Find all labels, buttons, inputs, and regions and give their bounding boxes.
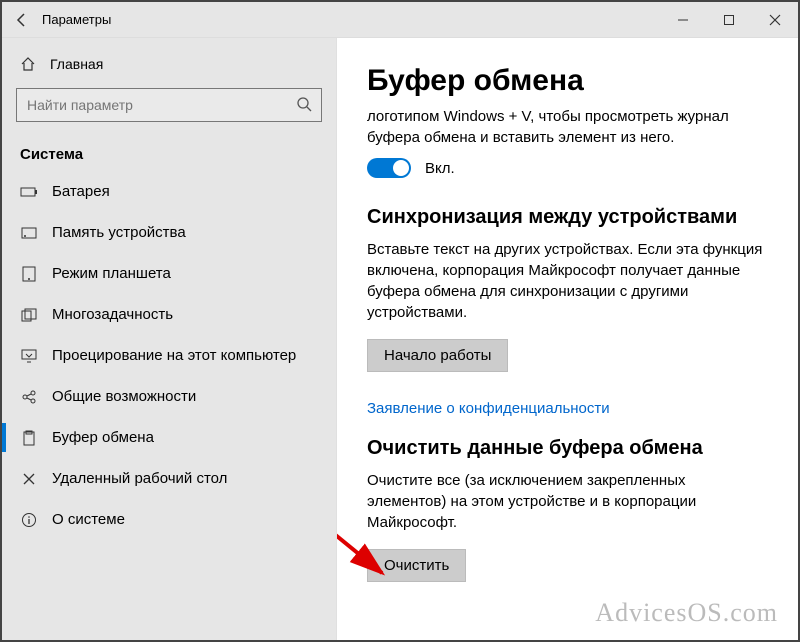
sidebar-group-label: Система [2,140,336,171]
sidebar-item-label: Буфер обмена [52,429,154,446]
toggle-label: Вкл. [425,160,455,177]
sync-title: Синхронизация между устройствами [367,206,768,229]
sidebar-item-label: Батарея [52,183,110,200]
sidebar-item-shared[interactable]: Общие возможности [2,376,336,417]
shared-icon [20,389,38,405]
sidebar-item-label: Общие возможности [52,388,196,405]
clear-title: Очистить данные буфера обмена [367,437,768,460]
sidebar-item-remote[interactable]: Удаленный рабочий стол [2,458,336,499]
clipboard-icon [20,430,38,446]
sidebar-item-storage[interactable]: Память устройства [2,212,336,253]
home-icon [20,56,36,72]
sync-start-button[interactable]: Начало работы [367,339,508,372]
sidebar-item-label: О системе [52,511,125,528]
battery-icon [20,186,38,198]
search-input[interactable] [16,88,322,122]
info-icon [20,512,38,528]
history-description: логотипом Windows + V, чтобы просмотреть… [367,106,768,148]
sidebar-item-multitasking[interactable]: Многозадачность [2,294,336,335]
back-button[interactable] [2,12,42,28]
clear-button[interactable]: Очистить [367,549,466,582]
projecting-icon [20,349,38,363]
sidebar-item-tablet[interactable]: Режим планшета [2,253,336,294]
sidebar-home-label: Главная [50,56,103,72]
sidebar-item-about[interactable]: О системе [2,499,336,540]
sidebar-home[interactable]: Главная [2,46,336,82]
sidebar-item-label: Удаленный рабочий стол [52,470,227,487]
sidebar-item-clipboard[interactable]: Буфер обмена [2,417,336,458]
sidebar-item-label: Проецирование на этот компьютер [52,347,296,364]
clear-description: Очистите все (за исключением закрепленны… [367,470,768,533]
sidebar-item-label: Режим планшета [52,265,171,282]
sync-description: Вставьте текст на других устройствах. Ес… [367,239,768,323]
minimize-button[interactable] [660,2,706,38]
history-toggle[interactable] [367,158,411,178]
privacy-link[interactable]: Заявление о конфиденциальности [367,400,610,417]
storage-icon [20,227,38,239]
close-button[interactable] [752,2,798,38]
remote-icon [20,471,38,487]
window-title: Параметры [42,12,660,27]
sidebar-item-projecting[interactable]: Проецирование на этот компьютер [2,335,336,376]
search-icon [296,96,312,112]
watermark: AdvicesOS.com [595,598,778,628]
page-title: Буфер обмена [367,64,768,98]
tablet-icon [20,266,38,282]
multitasking-icon [20,308,38,322]
sidebar-item-battery[interactable]: Батарея [2,171,336,212]
sidebar-item-label: Память устройства [52,224,186,241]
sidebar-item-label: Многозадачность [52,306,173,323]
maximize-button[interactable] [706,2,752,38]
